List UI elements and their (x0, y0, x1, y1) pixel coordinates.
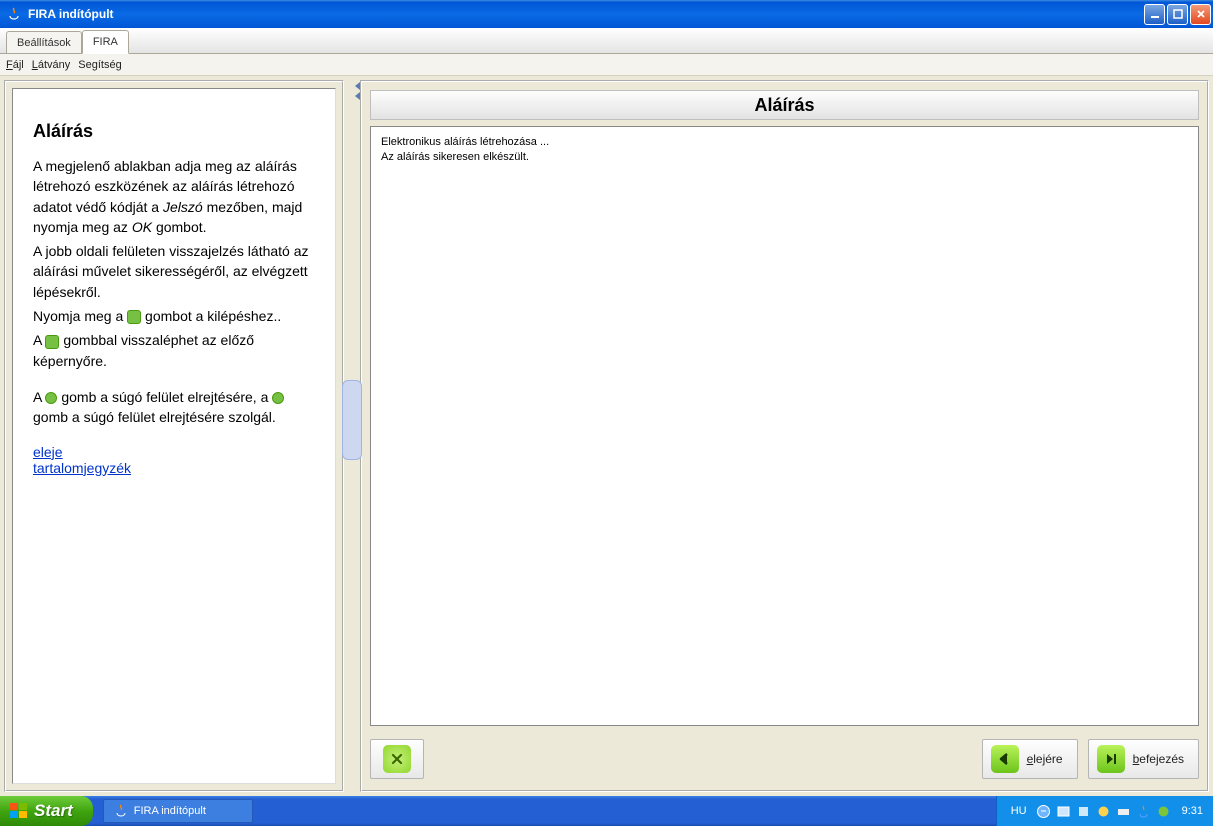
finish-button-label: befejezés (1133, 752, 1184, 766)
main-title: Aláírás (370, 90, 1199, 120)
windows-flag-icon (10, 803, 28, 819)
taskbar-item-fira[interactable]: FIRA indítópult (103, 799, 253, 823)
window-titlebar: FIRA indítópult (0, 0, 1213, 28)
close-button[interactable] (1190, 4, 1211, 25)
tray-icon-1[interactable] (1036, 804, 1051, 819)
menu-bar: Fájl Látvány Segítség (0, 54, 1213, 76)
button-bar: elejére befejezés (370, 736, 1199, 782)
splitter-collapse-icon-2[interactable] (355, 92, 360, 100)
help-heading: Aláírás (33, 121, 321, 142)
tab-fira[interactable]: FIRA (82, 30, 129, 54)
skip-end-icon (1097, 745, 1125, 773)
menu-file[interactable]: Fájl (6, 59, 24, 71)
arrow-left-icon (991, 745, 1019, 773)
tray-icon-5[interactable] (1116, 804, 1131, 819)
work-area: Aláírás A megjelenő ablakban adja meg az… (0, 76, 1213, 796)
java-icon (6, 6, 22, 22)
tray-icon-6[interactable] (1136, 804, 1151, 819)
log-area: Elektronikus aláírás létrehozása ... Az … (370, 126, 1199, 726)
help-paragraph-1: A megjelenő ablakban adja meg az aláírás… (33, 156, 321, 237)
tray-icon-4[interactable] (1096, 804, 1111, 819)
window-title: FIRA indítópult (28, 7, 1144, 21)
maximize-button[interactable] (1167, 4, 1188, 25)
collapse-right-icon (272, 392, 284, 404)
start-button[interactable]: Start (0, 796, 93, 826)
java-small-icon (114, 804, 128, 818)
tray-icon-7[interactable] (1156, 804, 1171, 819)
tray-icon-2[interactable] (1056, 804, 1071, 819)
collapse-left-icon (45, 392, 57, 404)
log-line-1: Elektronikus aláírás létrehozása ... (381, 135, 1188, 150)
help-paragraph-2: A jobb oldali felületen visszajelzés lát… (33, 241, 321, 302)
cancel-button[interactable] (370, 739, 424, 779)
help-scroll-area[interactable]: Aláírás A megjelenő ablakban adja meg az… (12, 88, 336, 784)
splitter-handle[interactable] (342, 380, 362, 460)
main-panel: Aláírás Elektronikus aláírás létrehozása… (360, 80, 1209, 792)
splitter-collapse-icon[interactable] (355, 82, 360, 90)
tab-settings-label: Beállítások (17, 37, 71, 49)
back-icon (45, 335, 59, 349)
splitter[interactable] (348, 80, 356, 792)
menu-view[interactable]: Látvány (32, 59, 71, 71)
link-eleje[interactable]: eleje (33, 444, 63, 460)
cancel-icon (383, 745, 411, 773)
tray-icon-3[interactable] (1076, 804, 1091, 819)
back-button-label: elejére (1027, 752, 1063, 766)
taskbar-item-label: FIRA indítópult (134, 805, 206, 817)
system-tray: HU 9:31 (996, 796, 1213, 826)
help-panel: Aláírás A megjelenő ablakban adja meg az… (4, 80, 344, 792)
help-paragraph-3: Nyomja meg a gombot a kilépéshez.. (33, 306, 321, 326)
clock[interactable]: 9:31 (1182, 805, 1203, 817)
back-button[interactable]: elejére (982, 739, 1078, 779)
help-paragraph-4: A gombbal visszaléphet az előző képernyő… (33, 330, 321, 371)
tab-fira-label: FIRA (93, 36, 118, 48)
link-toc[interactable]: tartalomjegyzék (33, 460, 131, 476)
windows-taskbar: Start FIRA indítópult HU 9:31 (0, 796, 1213, 826)
finish-button[interactable]: befejezés (1088, 739, 1199, 779)
log-line-2: Az aláírás sikeresen elkészült. (381, 150, 1188, 165)
language-indicator[interactable]: HU (1011, 805, 1027, 817)
start-label: Start (34, 801, 73, 821)
tab-strip: Beállítások FIRA (0, 28, 1213, 54)
minimize-button[interactable] (1144, 4, 1165, 25)
menu-help[interactable]: Segítség (78, 59, 121, 71)
menu-view-rest: átvány (38, 59, 70, 71)
tab-settings[interactable]: Beállítások (6, 31, 82, 53)
menu-file-rest: ájl (13, 59, 24, 71)
finish-icon (127, 310, 141, 324)
menu-help-label: Segítség (78, 59, 121, 71)
help-paragraph-5: A gomb a súgó felület elrejtésére, a gom… (33, 387, 321, 428)
